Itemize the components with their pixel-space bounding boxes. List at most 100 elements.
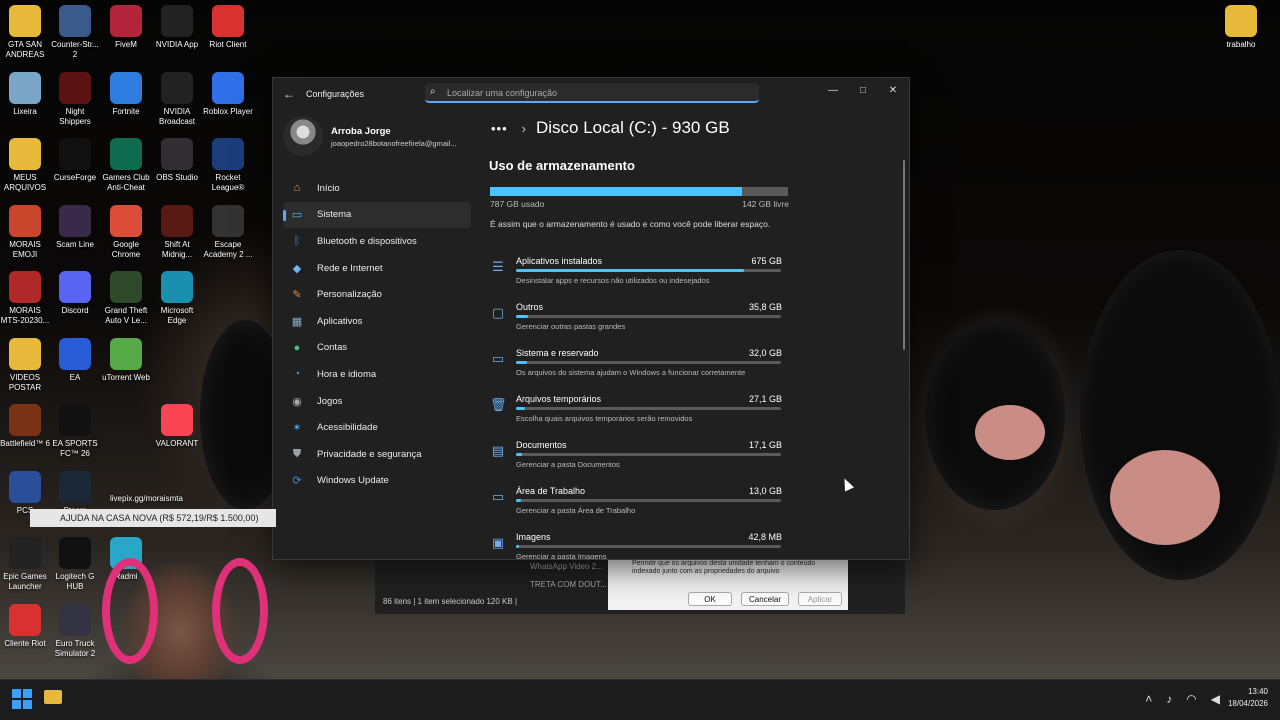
desktop-shortcut[interactable]: Riot Client (202, 5, 254, 50)
obs-icon (161, 138, 193, 170)
desktop-shortcut[interactable]: FiveM (100, 5, 152, 50)
time-language-icon: ◔ (293, 368, 301, 381)
desktop-shortcut[interactable]: CurseForge (49, 138, 101, 183)
desktop-shortcut[interactable]: Lixeira (0, 72, 51, 117)
desktop-shortcut[interactable]: Gamers Club Anti-Cheat (100, 138, 152, 193)
nav-item[interactable]: ✶ Acessibilidade (283, 414, 471, 441)
back-arrow-icon[interactable]: ← (283, 87, 295, 101)
index-option-text[interactable]: Permitir que os arquivos desta unidade t… (632, 560, 832, 576)
profile-name: Arroba Jorge (331, 126, 391, 137)
nav-item[interactable]: ᛒ Bluetooth e dispositivos (283, 228, 471, 255)
nav-item[interactable]: ◔ Hora e idioma (283, 361, 471, 388)
desktop-shortcut[interactable]: Fortnite (100, 72, 152, 117)
desktop-shortcut-label: VIDEOS POSTAR (8, 373, 42, 392)
clock[interactable]: 13:40 18/04/2026 (1228, 686, 1268, 710)
desktop-shortcut[interactable]: Epic Games Launcher (0, 537, 51, 592)
nav-item[interactable]: ▭ Sistema (283, 201, 471, 229)
maximize-icon[interactable]: □ (851, 82, 875, 100)
explorer-file-row[interactable]: WhatsApp Video 2... (530, 562, 603, 571)
user-profile[interactable]: Arroba Jorge joaopedro28botanofreefirela… (283, 116, 471, 158)
desktop-shortcut-label: FiveM (115, 40, 137, 49)
search-input[interactable] (445, 85, 749, 101)
desktop-icon: ▭ (491, 489, 505, 504)
nav-item[interactable]: ◆ Rede e Internet (283, 255, 471, 282)
search-box[interactable]: ⌕ (425, 83, 759, 103)
desktop-shortcut[interactable]: EA (49, 338, 101, 383)
desktop-shortcut[interactable]: Cliente Riot (0, 604, 51, 649)
system-reserved-icon: ▭ (491, 351, 505, 366)
chevron-up-icon[interactable]: ˄ (1145, 692, 1152, 706)
desktop-shortcut[interactable]: VIDEOS POSTAR (0, 338, 51, 393)
desktop-shortcut[interactable]: Escape Academy 2 ... (202, 205, 254, 260)
desktop-shortcut[interactable]: VALORANT (151, 404, 203, 449)
storage-category[interactable]: ▣ Imagens 42,8 MB Gerenciar a pasta Imagens (489, 532, 789, 559)
category-size: 32,0 GB (748, 348, 782, 358)
storage-category[interactable]: 🗑 Arquivos temporários 27,1 GB Escolha quai… (489, 394, 789, 434)
volume-icon[interactable]: ◀ (1211, 692, 1220, 706)
desktop-shortcut[interactable]: MORAIS EMOJI (0, 205, 51, 260)
cancel-button[interactable]: Cancelar (741, 592, 789, 606)
nav-item-label: Windows Update (317, 475, 389, 487)
desktop-shortcut-label: Epic Games Launcher (3, 572, 47, 591)
nav-item[interactable]: ● Contas (283, 335, 471, 362)
scrollbar[interactable] (903, 160, 905, 350)
breadcrumb: ••• › Disco Local (C:) - 930 GB (491, 118, 730, 138)
desktop-shortcut[interactable]: MEUS ARQUIVOS (0, 138, 51, 193)
desktop-shortcut[interactable]: trabalho (1215, 5, 1267, 50)
desktop-shortcut-label: Google Chrome (111, 240, 141, 259)
desktop-shortcut[interactable]: Microsoft Edge (151, 271, 203, 326)
desktop-shortcut[interactable]: Roblox Player (202, 72, 254, 117)
desktop-shortcut[interactable]: Scam Line (49, 205, 101, 250)
gta-v-icon (110, 271, 142, 303)
folder-icon (9, 138, 41, 170)
desktop-shortcut[interactable]: Night Shippers (49, 72, 101, 127)
utorrent-icon (110, 338, 142, 370)
desktop-shortcut[interactable]: Battlefield™ 6 (0, 404, 51, 449)
storage-category[interactable]: ▢ Outros 35,8 GB Gerenciar outras pastas gr… (489, 302, 789, 342)
category-description: Os arquivos do sistema ajudam o Windows … (516, 368, 746, 377)
shift-at-midnight-icon (161, 205, 193, 237)
ok-button[interactable]: OK (688, 592, 732, 606)
explorer-taskbar-icon[interactable] (44, 690, 62, 704)
category-size: 675 GB (751, 256, 782, 266)
desktop-shortcut[interactable]: Counter-Str... 2 (49, 5, 101, 60)
desktop-shortcut[interactable]: OBS Studio (151, 138, 203, 183)
category-description: Gerenciar a pasta Imagens (516, 552, 607, 559)
desktop-shortcut[interactable]: Shift At Midnig... (151, 205, 203, 260)
wifi-icon[interactable]: ◠ (1186, 692, 1196, 706)
desktop-shortcut[interactable]: Rocket League® (202, 138, 254, 193)
app-title: Configurações (306, 89, 365, 99)
minimize-icon[interactable]: — (821, 82, 845, 100)
desktop-shortcut[interactable]: NVIDIA App (151, 5, 203, 50)
storage-category[interactable]: ☰ Aplicativos instalados 675 GB Desinstalar… (489, 256, 789, 296)
desktop-shortcut[interactable]: GTA SAN ANDREAS (0, 5, 51, 60)
used-label: 787 GB usado (490, 199, 545, 209)
category-usage-fill (516, 361, 527, 364)
explorer-file-row[interactable]: TRETA COM DOUT... (530, 580, 607, 589)
nav-item[interactable]: ⛊ Privacidade e segurança (283, 441, 471, 468)
category-size: 35,8 GB (748, 302, 782, 312)
nav-item[interactable]: ✎ Personalização (283, 281, 471, 308)
desktop-shortcut[interactable]: NVIDIA Broadcast (151, 72, 203, 127)
desktop-shortcut[interactable]: Discord (49, 271, 101, 316)
apply-button[interactable]: Aplicar (798, 592, 842, 606)
chevron-right-icon: › (521, 121, 526, 136)
breadcrumb-more-icon[interactable]: ••• (491, 121, 508, 136)
nav-item[interactable]: ⟳ Windows Update (283, 468, 471, 495)
desktop-shortcut[interactable]: Grand Theft Auto V Le... (100, 271, 152, 326)
close-icon[interactable]: ✕ (881, 82, 905, 100)
desktop-shortcut[interactable]: uTorrent Web (100, 338, 152, 383)
nav-item[interactable]: ◉ Jogos (283, 388, 471, 415)
storage-category[interactable]: ▭ Área de Trabalho 13,0 GB Gerenciar a past… (489, 486, 789, 526)
nav-item[interactable]: ▦ Aplicativos (283, 308, 471, 335)
category-size: 42,8 MB (748, 532, 782, 542)
desktop-shortcut[interactable]: MORAIS MTS-20230... (0, 271, 51, 326)
nav-item[interactable]: ⌂ Início (283, 175, 471, 202)
desktop-shortcut[interactable]: EA SPORTS FC™ 26 (49, 404, 101, 459)
desktop-shortcut[interactable]: Google Chrome (100, 205, 152, 260)
recycle-bin-icon (9, 72, 41, 104)
storage-category[interactable]: ▤ Documentos 17,1 GB Gerenciar a pasta Docu… (489, 440, 789, 480)
windows-start-icon[interactable] (12, 689, 32, 709)
microphone-icon[interactable]: ♪ (1166, 692, 1172, 706)
storage-category[interactable]: ▭ Sistema e reservado 32,0 GB Os arquivos d… (489, 348, 789, 388)
